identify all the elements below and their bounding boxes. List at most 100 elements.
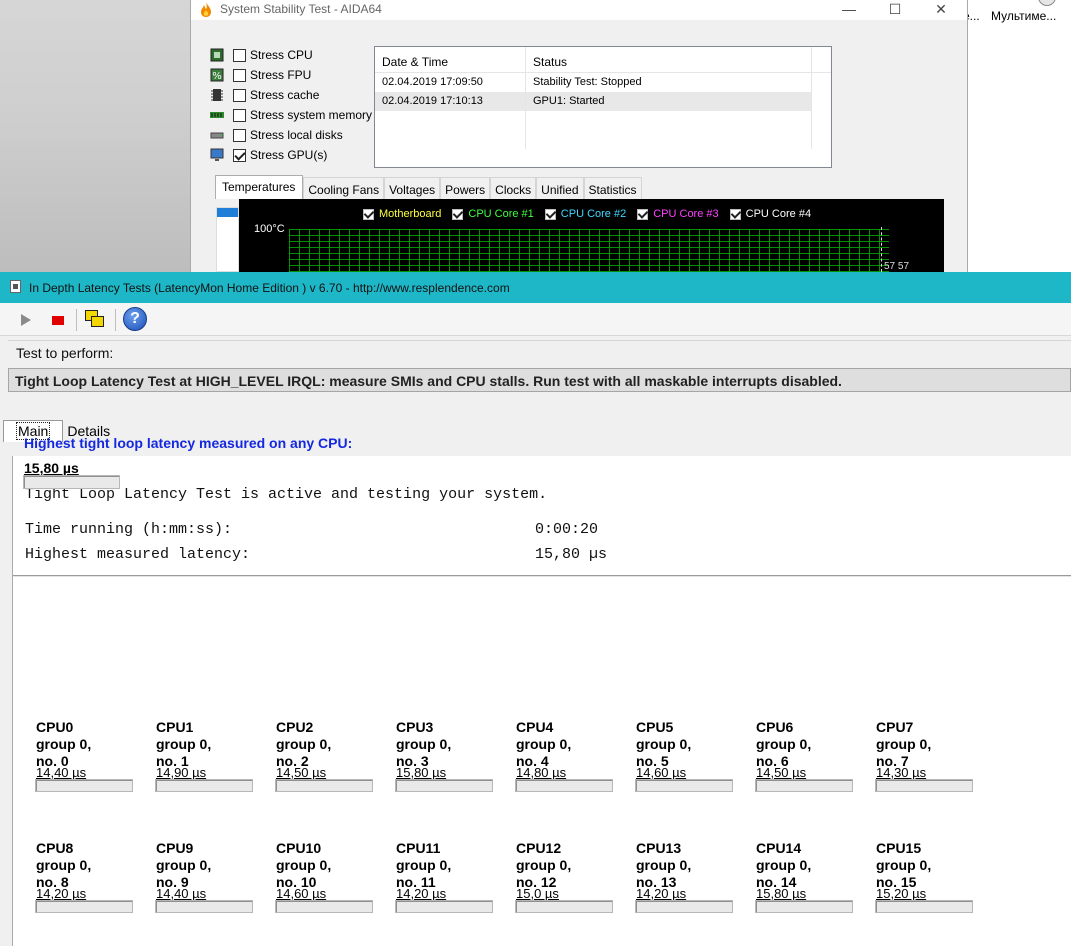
monitor-icon [210,148,224,161]
cpu-latency-cell: CPU7 group 0, no. 7 14,30 µs [875,719,996,799]
close-button[interactable]: ✕ [918,0,964,20]
tab-unified[interactable]: Unified [536,177,584,199]
cpu-latency-cell: CPU0 group 0, no. 0 14,40 µs [35,719,156,799]
temperature-graph: Motherboard CPU Core #1 CPU Core #2 CPU … [239,199,944,272]
desktop-icon-multimedia-label[interactable]: Мультиме... [991,9,1056,23]
legend-label: CPU Core #4 [745,208,812,220]
log-row-empty [375,111,831,130]
stress-cache-option[interactable]: Stress cache [210,86,319,104]
stress-gpu-option[interactable]: Stress GPU(s) [210,146,327,164]
sensor-list-selection[interactable] [217,208,238,217]
minimize-button[interactable]: — [826,0,872,20]
legend-cpu-core-2-checkbox[interactable] [544,208,556,220]
app-icon [10,280,21,293]
memory-module-icon [210,112,224,118]
log-row-empty [375,130,831,149]
cpu-name: CPU3 [396,719,434,735]
stress-cache-checkbox[interactable] [233,88,246,102]
graph-grid [289,229,889,272]
cpu-latency-value: 14,30 µs [876,765,927,780]
cpu-latency-bar [35,900,133,913]
cpu-latency-bar [515,779,613,792]
cpu-group: group 0, [516,736,572,752]
log-row[interactable]: 02.04.2019 17:10:13 GPU1: Started [375,92,831,111]
stability-log-list[interactable]: Date & Time Status 02.04.2019 17:09:50 S… [374,46,832,168]
cpu-group: group 0, [636,857,692,873]
legend-motherboard-checkbox[interactable] [363,208,374,220]
stress-cpu-checkbox[interactable] [233,48,246,62]
cpu-group: group 0, [36,736,92,752]
legend-motherboard[interactable]: Motherboard [363,208,441,220]
legend-cpu-core-4[interactable]: CPU Core #4 [729,208,812,220]
cpu-name: CPU10 [276,840,322,856]
stress-disks-checkbox[interactable] [233,128,246,142]
cpu-name: CPU12 [516,840,562,856]
tab-cooling-fans[interactable]: Cooling Fans [303,177,385,199]
any-cpu-latency-bar [23,475,120,489]
stress-fpu-option[interactable]: % Stress FPU [210,66,311,84]
legend-cpu-core-2[interactable]: CPU Core #2 [544,208,626,220]
tab-statistics[interactable]: Statistics [583,177,642,199]
cpu-latency-value: 15,80 µs [396,765,447,780]
log-cell-datetime: 02.04.2019 17:10:13 [375,92,526,111]
tab-clocks[interactable]: Clocks [490,177,537,199]
aida64-window: System Stability Test - AIDA64 — ☐ ✕ Str… [190,0,968,272]
log-header-datetime[interactable]: Date & Time [375,47,526,72]
cpu-latency-cell: CPU4 group 0, no. 4 14,80 µs [515,719,636,799]
graph-current-value: 57 57 [884,261,910,272]
legend-label: CPU Core #1 [468,208,534,220]
latencymon-titlebar[interactable]: In Depth Latency Tests (LatencyMon Home … [0,272,1071,303]
stress-fpu-checkbox[interactable] [233,68,246,82]
aida64-window-title: System Stability Test - AIDA64 [220,2,382,16]
legend-cpu-core-3-checkbox[interactable] [637,208,649,220]
maximize-button[interactable]: ☐ [872,0,918,20]
cpu-latency-bar [635,900,733,913]
cpu-name: CPU13 [636,840,682,856]
cpu-latency-bar [755,779,853,792]
test-description-field[interactable]: Tight Loop Latency Test at HIGH_LEVEL IR… [8,368,1071,392]
time-running-label: Time running (h:mm:ss): [25,521,233,538]
stress-gpu-checkbox[interactable] [233,148,246,162]
log-cell-status: Stability Test: Stopped [526,73,812,92]
stop-icon[interactable] [46,312,70,330]
cpu-latency-cell: CPU13 group 0, no. 13 14,20 µs [635,840,756,920]
tab-powers[interactable]: Powers [440,177,491,199]
sensor-list[interactable] [216,207,239,272]
graph-legend: Motherboard CPU Core #1 CPU Core #2 CPU … [363,208,811,220]
cpu-name: CPU9 [156,840,194,856]
time-running-value: 0:00:20 [535,521,599,538]
tab-voltages[interactable]: Voltages [384,177,441,199]
cpu-latency-cell: CPU5 group 0, no. 5 14,60 µs [635,719,756,799]
cpu-group: group 0, [276,736,332,752]
legend-cpu-core-4-checkbox[interactable] [729,208,741,220]
graph-time-marker [881,227,882,272]
cpu-group: group 0, [396,857,452,873]
help-icon[interactable]: ? [123,307,147,331]
play-icon[interactable] [14,312,38,330]
cpu-name: CPU0 [36,719,74,735]
legend-cpu-core-3[interactable]: CPU Core #3 [637,208,719,220]
stress-cpu-option[interactable]: Stress CPU [210,46,313,64]
cpu-latency-value: 15,20 µs [876,886,927,901]
cpu-latency-value: 14,60 µs [276,886,327,901]
cpu-name: CPU11 [396,840,441,856]
cpu-name: CPU5 [636,719,674,735]
toolbar-separator [76,309,77,331]
windows-icon[interactable] [82,307,108,333]
cpu-name: CPU1 [156,719,194,735]
legend-cpu-core-1[interactable]: CPU Core #1 [452,208,534,220]
aida64-titlebar[interactable]: System Stability Test - AIDA64 — ☐ ✕ [191,0,967,20]
cpu-latency-cell: CPU10 group 0, no. 10 14,60 µs [275,840,396,920]
tab-temperatures[interactable]: Temperatures [215,175,304,199]
log-row[interactable]: 02.04.2019 17:09:50 Stability Test: Stop… [375,73,831,92]
stress-disks-option[interactable]: Stress local disks [210,126,343,144]
legend-label: CPU Core #3 [653,208,719,220]
cpu-group: group 0, [636,736,692,752]
stress-memory-checkbox[interactable] [233,108,246,122]
log-header-status[interactable]: Status [526,47,812,72]
stress-memory-option[interactable]: Stress system memory [210,106,372,124]
legend-label: Motherboard [379,208,442,220]
cpu-group: group 0, [876,857,932,873]
legend-cpu-core-1-checkbox[interactable] [452,208,464,220]
cpu-latency-bar [395,779,493,792]
